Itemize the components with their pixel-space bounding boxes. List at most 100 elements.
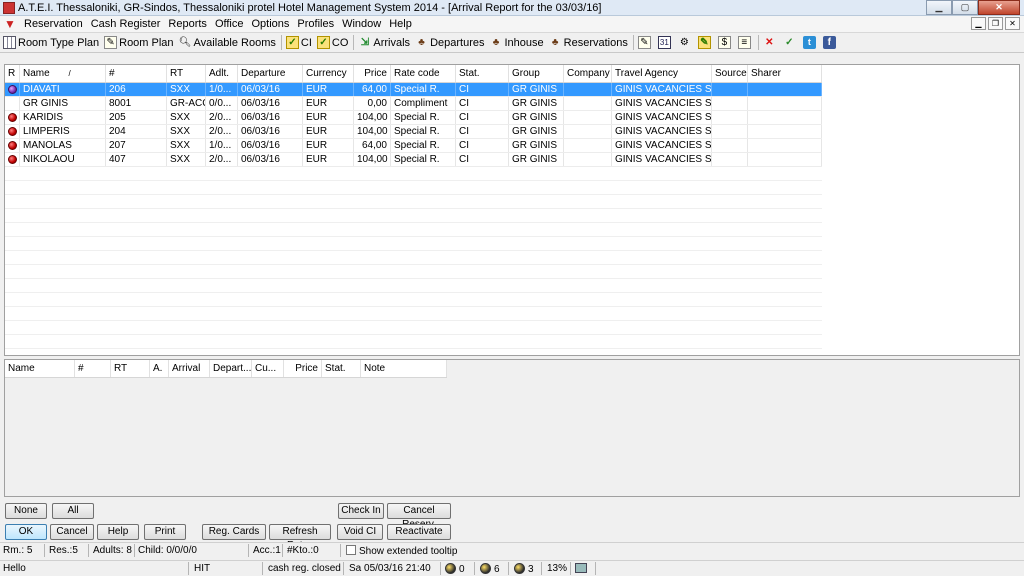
extended-tooltip-checkbox[interactable]: [346, 545, 356, 555]
confirm-toolbar-button[interactable]: ✓: [783, 34, 798, 52]
twitter-button[interactable]: t: [802, 34, 818, 52]
table-row[interactable]: LIMPERIS 204 SXX 2/0... 06/03/16 EUR 104,00 Spe…: [5, 125, 822, 139]
adults: 1/0...: [206, 139, 238, 152]
maximize-icon[interactable]: ▢: [952, 0, 978, 15]
reg-cards-button[interactable]: Reg. Cards: [202, 524, 266, 540]
status-divider: [134, 544, 135, 557]
col-r[interactable]: R: [5, 65, 20, 82]
col-departure[interactable]: Depart...: [210, 360, 252, 377]
empty-row: [5, 265, 822, 279]
arrivals-button[interactable]: ⇲ Arrivals: [358, 34, 410, 52]
extended-tooltip-toggle[interactable]: Show extended tooltip: [346, 545, 457, 557]
room-plan-button[interactable]: ✎ Room Plan: [104, 34, 174, 52]
close-icon[interactable]: ✕: [978, 0, 1020, 15]
none-button[interactable]: None: [5, 503, 47, 519]
facebook-button[interactable]: f: [822, 34, 838, 52]
col-group[interactable]: Group: [509, 65, 564, 82]
menu-help[interactable]: Help: [387, 18, 418, 30]
reactivate-button[interactable]: Reactivate: [387, 524, 451, 540]
col-room-number[interactable]: #: [75, 360, 111, 377]
table-row[interactable]: GR GINIS 8001 GR-ACC 0/0... 06/03/16 EUR 0,00 C…: [5, 97, 822, 111]
col-name-label: Name: [23, 68, 50, 79]
arrivals-grid[interactable]: R Name / # RT Adlt. Departure Currency P…: [4, 64, 1020, 356]
col-currency[interactable]: Cu...: [252, 360, 284, 377]
cancel-toolbar-button[interactable]: ✕: [763, 34, 778, 52]
counter-a[interactable]: 0: [445, 563, 465, 575]
empty-row: [5, 293, 822, 307]
col-room-type[interactable]: RT: [167, 65, 206, 82]
col-room-number[interactable]: #: [106, 65, 167, 82]
cancel-button[interactable]: Cancel: [50, 524, 94, 540]
available-rooms-label: Available Rooms: [193, 36, 276, 49]
menu-reports[interactable]: Reports: [166, 18, 213, 30]
calendar-button[interactable]: 31: [657, 34, 673, 52]
mdi-close-icon[interactable]: ✕: [1005, 17, 1020, 30]
group: GR GINIS: [509, 83, 564, 96]
room-type-plan-button[interactable]: Room Type Plan: [3, 34, 99, 52]
col-sharer[interactable]: Sharer: [748, 65, 822, 82]
departures-button[interactable]: ♣ Departures: [415, 34, 484, 52]
col-arrival[interactable]: Arrival: [169, 360, 210, 377]
reservations-button[interactable]: ♣ Reservations: [549, 34, 628, 52]
menu-options[interactable]: Options: [249, 18, 295, 30]
counter-c-value: 3: [528, 564, 534, 575]
col-travel-agency[interactable]: Travel Agency: [612, 65, 712, 82]
room-number: 407: [106, 153, 167, 166]
money-button[interactable]: $: [717, 34, 733, 52]
minimize-icon[interactable]: ▁: [926, 0, 952, 15]
inhouse-button[interactable]: ♣ Inhouse: [489, 34, 544, 52]
table-row[interactable]: DIAVATI 206 SXX 1/0... 06/03/16 EUR 64,00 Speci…: [5, 83, 822, 97]
table-row[interactable]: KARIDIS 205 SXX 2/0... 06/03/16 EUR 104,00 Spec…: [5, 111, 822, 125]
col-currency[interactable]: Currency: [303, 65, 354, 82]
menu-cash-register[interactable]: Cash Register: [89, 18, 167, 30]
cancel-reservation-button[interactable]: Cancel Reserv.: [387, 503, 451, 530]
print-button[interactable]: Print: [144, 524, 186, 540]
col-price[interactable]: Price: [284, 360, 322, 377]
tools-icon: ⚙: [679, 37, 689, 48]
void-ci-button[interactable]: Void CI: [337, 524, 383, 540]
table-row[interactable]: NIKOLAOU 407 SXX 2/0... 06/03/16 EUR 104,00 Spe…: [5, 153, 822, 167]
mdi-minimize-icon[interactable]: ▁: [971, 17, 986, 30]
help-button[interactable]: Help: [97, 524, 139, 540]
title-bar: A.T.E.I. Thessaloniki, GR-Sindos, Thessa…: [0, 0, 1024, 16]
col-rate-code[interactable]: Rate code: [391, 65, 456, 82]
col-adults[interactable]: Adlt.: [206, 65, 238, 82]
menu-window[interactable]: Window: [340, 18, 387, 30]
counter-c[interactable]: 3: [514, 563, 534, 575]
notes-button[interactable]: ✎: [637, 34, 653, 52]
edit-button[interactable]: ✎: [697, 34, 713, 52]
group: GR GINIS: [509, 153, 564, 166]
table-row[interactable]: MANOLAS 207 SXX 1/0... 06/03/16 EUR 64,00 Speci…: [5, 139, 822, 153]
details-grid[interactable]: Name # RT A. Arrival Depart... Cu... Pri…: [4, 359, 1020, 497]
check-out-toolbar-button[interactable]: ✓ CO: [316, 34, 348, 52]
col-source[interactable]: Source: [712, 65, 748, 82]
col-departure[interactable]: Departure: [238, 65, 303, 82]
mdi-restore-icon[interactable]: ❐: [988, 17, 1003, 30]
col-company[interactable]: Company: [564, 65, 612, 82]
col-name[interactable]: Name /: [20, 65, 106, 82]
available-rooms-button[interactable]: 🔍︎ Available Rooms: [179, 34, 276, 52]
refresh-rates-button[interactable]: Refresh Rates: [269, 524, 331, 551]
all-button[interactable]: All: [52, 503, 94, 519]
col-note[interactable]: Note: [361, 360, 447, 377]
status-red-dot-icon: [8, 127, 17, 136]
menu-office[interactable]: Office: [213, 18, 250, 30]
col-price[interactable]: Price: [354, 65, 391, 82]
col-stat[interactable]: Stat.: [456, 65, 509, 82]
check-in-toolbar-button[interactable]: ✓ CI: [285, 34, 312, 52]
menu-profiles[interactable]: Profiles: [295, 18, 340, 30]
network-icon[interactable]: [575, 563, 587, 575]
ok-button[interactable]: OK: [5, 524, 47, 540]
counter-b[interactable]: 6: [480, 563, 500, 575]
report-button[interactable]: ≡: [737, 34, 753, 52]
check-in-button[interactable]: Check In: [338, 503, 384, 519]
col-adults[interactable]: A.: [150, 360, 169, 377]
col-stat[interactable]: Stat.: [322, 360, 361, 377]
sort-indicator: /: [68, 69, 71, 78]
rate-code: Special R.: [391, 125, 456, 138]
col-name[interactable]: Name: [5, 360, 75, 377]
menu-reservation[interactable]: Reservation: [22, 18, 89, 30]
tools-button[interactable]: ⚙: [678, 34, 693, 52]
col-room-type[interactable]: RT: [111, 360, 150, 377]
menu-logo-icon[interactable]: ▼: [4, 17, 18, 31]
